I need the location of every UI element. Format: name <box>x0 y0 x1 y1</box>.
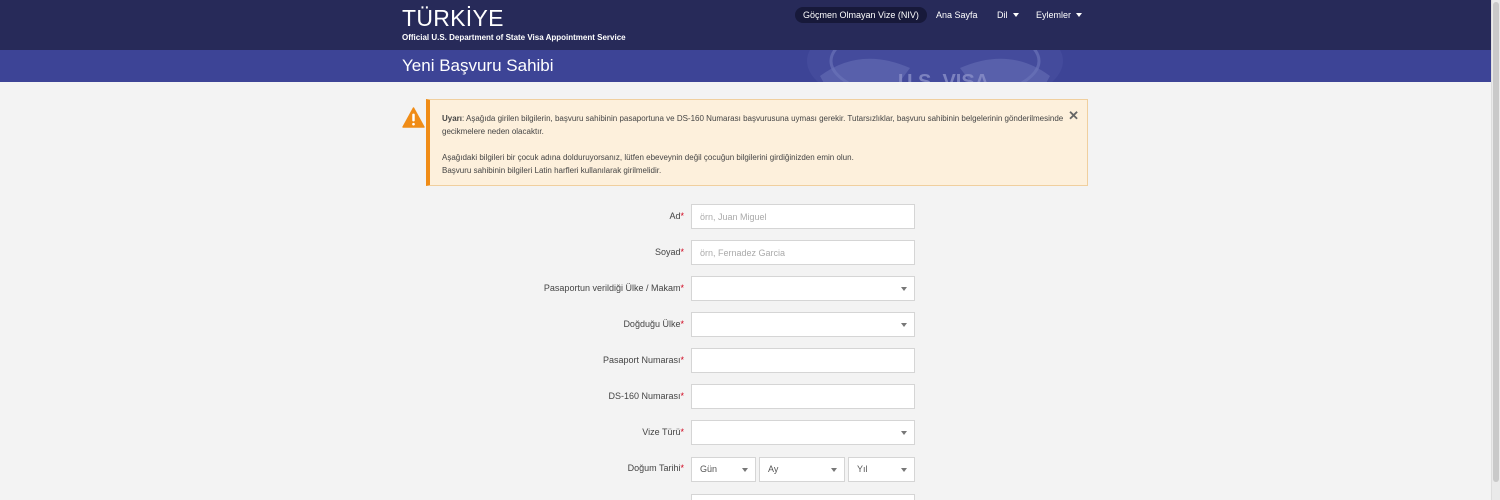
warning-alert: Uyarı: Aşağıda girilen bilgilerin, başvu… <box>426 99 1088 186</box>
chevron-down-icon <box>742 468 748 472</box>
top-header: TÜRKİYE Official U.S. Department of Stat… <box>0 0 1491 50</box>
alert-text-1: : Aşağıda girilen bilgilerin, başvuru sa… <box>442 114 1064 136</box>
visa-type-select[interactable] <box>691 420 915 445</box>
scrollbar-thumb[interactable] <box>1493 2 1499 482</box>
passport-number-label: Pasaport Numarası* <box>602 355 684 365</box>
nav-home[interactable]: Ana Sayfa <box>936 7 978 23</box>
chevron-down-icon <box>901 468 907 472</box>
chevron-down-icon <box>901 287 907 291</box>
alert-line-1: Uyarı: Aşağıda girilen bilgilerin, başvu… <box>442 112 1073 138</box>
site-title[interactable]: TÜRKİYE <box>402 5 504 32</box>
passport-country-label: Pasaportun verildiği Ülke / Makam* <box>543 283 684 293</box>
next-field-partial[interactable] <box>691 494 915 500</box>
alert-line-2: Aşağıdaki bilgileri bir çocuk adına dold… <box>442 151 1073 177</box>
birth-year-select[interactable]: Yıl <box>848 457 915 482</box>
warning-triangle-icon <box>402 107 425 128</box>
first-name-label: Ad* <box>669 211 684 221</box>
alert-label: Uyarı <box>442 114 463 123</box>
nav-actions-dropdown[interactable]: Eylemler <box>1036 7 1083 23</box>
seal-text: U.S. VISA <box>898 71 989 82</box>
alert-text-3: Başvuru sahibinin bilgileri Latin harfle… <box>442 166 662 175</box>
chevron-down-icon <box>1012 12 1019 17</box>
ds160-input[interactable] <box>691 384 915 409</box>
birth-date-label: Doğum Tarihi* <box>627 463 684 473</box>
birth-day-select[interactable]: Gün <box>691 457 756 482</box>
chevron-down-icon <box>901 323 907 327</box>
birth-country-select[interactable] <box>691 312 915 337</box>
nav-language-dropdown[interactable]: Dil <box>997 7 1019 23</box>
birth-month-select[interactable]: Ay <box>759 457 845 482</box>
last-name-input[interactable] <box>691 240 915 265</box>
nav-niv[interactable]: Göçmen Olmayan Vize (NIV) <box>795 7 927 23</box>
page-header: Yeni Başvuru Sahibi U.S. VISA <box>0 50 1491 82</box>
first-name-input[interactable] <box>691 204 915 229</box>
last-name-label: Soyad* <box>654 247 684 257</box>
alert-text-2: Aşağıdaki bilgileri bir çocuk adına dold… <box>442 153 854 162</box>
nav-actions-label: Eylemler <box>1036 10 1072 20</box>
visa-type-label: Vize Türü* <box>642 427 684 437</box>
passport-country-select[interactable] <box>691 276 915 301</box>
nav-language-label: Dil <box>997 10 1008 20</box>
chevron-down-icon <box>831 468 837 472</box>
visa-seal-watermark-icon: U.S. VISA <box>807 50 1063 82</box>
page-scrollbar[interactable] <box>1491 0 1500 500</box>
ds160-label: DS-160 Numarası* <box>608 391 684 401</box>
site-subtitle: Official U.S. Department of State Visa A… <box>402 33 626 42</box>
close-icon[interactable]: ✕ <box>1068 109 1079 122</box>
birth-country-label: Doğduğu Ülke* <box>623 319 684 329</box>
chevron-down-icon <box>901 431 907 435</box>
chevron-down-icon <box>1076 12 1083 17</box>
page-title: Yeni Başvuru Sahibi <box>402 56 554 75</box>
passport-number-input[interactable] <box>691 348 915 373</box>
